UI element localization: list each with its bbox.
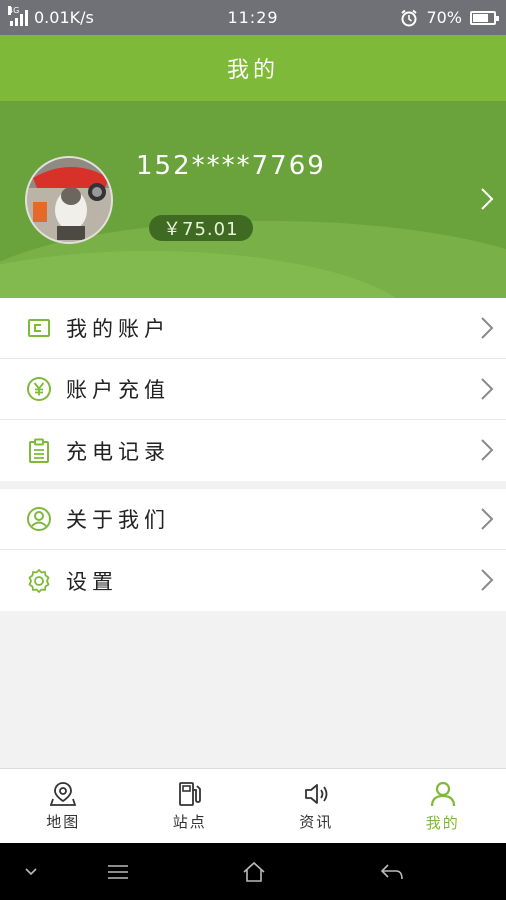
menu-item-recharge[interactable]: 账户充值 [0,359,506,420]
clipboard-icon [26,438,52,464]
gear-icon [26,568,52,594]
chevron-right-icon [481,317,494,339]
menu-item-label: 关于我们 [66,508,170,532]
tab-label: 地图 [46,812,81,831]
person-circle-icon [26,506,52,532]
chevron-right-icon [481,508,494,530]
avatar[interactable] [25,156,113,244]
status-bar: 4G 0.01K/s 11:29 70% [0,0,506,35]
balance-badge: ￥75.01 [149,215,253,241]
tab-label: 资讯 [299,812,334,831]
menu-item-label: 账户充值 [66,378,170,402]
back-arrow-icon [380,863,403,879]
menu-icon [108,864,128,879]
alarm-icon [401,9,418,26]
nav-collapse-button[interactable] [18,843,44,900]
menu-item-label: 设置 [66,569,118,594]
tab-label: 我的 [425,813,460,832]
nav-back-button[interactable] [374,843,410,900]
nav-menu-button[interactable] [100,843,136,900]
menu-item-label: 充电记录 [66,439,170,464]
user-phone: 152****7769 [136,151,326,181]
battery-icon [470,10,499,25]
menu-item-settings[interactable]: 设置 [0,550,506,611]
bottom-tab-bar: 地图 站点 资讯 我的 [0,768,506,843]
menu-item-about-us[interactable]: 关于我们 [0,489,506,550]
person-icon [430,781,455,806]
page-header: 我的 [0,35,506,101]
menu-group-about: 关于我们 设置 [0,489,506,611]
menu-item-label: 我的账户 [66,317,170,341]
nav-home-button[interactable] [236,843,272,900]
map-pin-icon [50,781,77,806]
menu-item-charge-records[interactable]: 充电记录 [0,420,506,481]
page-title: 我的 [226,58,279,83]
profile-banner[interactable]: 152****7769 ￥75.01 [0,101,506,298]
wallet-icon [26,315,52,341]
chevron-right-icon [481,439,494,461]
tab-mine[interactable]: 我的 [380,769,506,843]
tab-map[interactable]: 地图 [0,769,127,843]
home-icon [243,861,265,882]
battery-percent: 70% [426,8,462,27]
tab-stations[interactable]: 站点 [127,769,254,843]
chevron-right-icon [481,569,494,591]
speaker-icon [305,783,328,804]
fuel-station-icon [178,781,201,806]
tab-news[interactable]: 资讯 [253,769,380,843]
chevron-down-icon [25,867,37,875]
tab-label: 站点 [172,812,207,831]
chevron-right-icon [481,378,494,400]
system-nav-bar [0,843,506,900]
menu-group-account: 我的账户 账户充值 充电记录 [0,298,506,481]
clock: 11:29 [227,8,279,27]
menu-item-my-account[interactable]: 我的账户 [0,298,506,359]
yuan-circle-icon [26,376,52,402]
chevron-right-icon [481,188,494,210]
